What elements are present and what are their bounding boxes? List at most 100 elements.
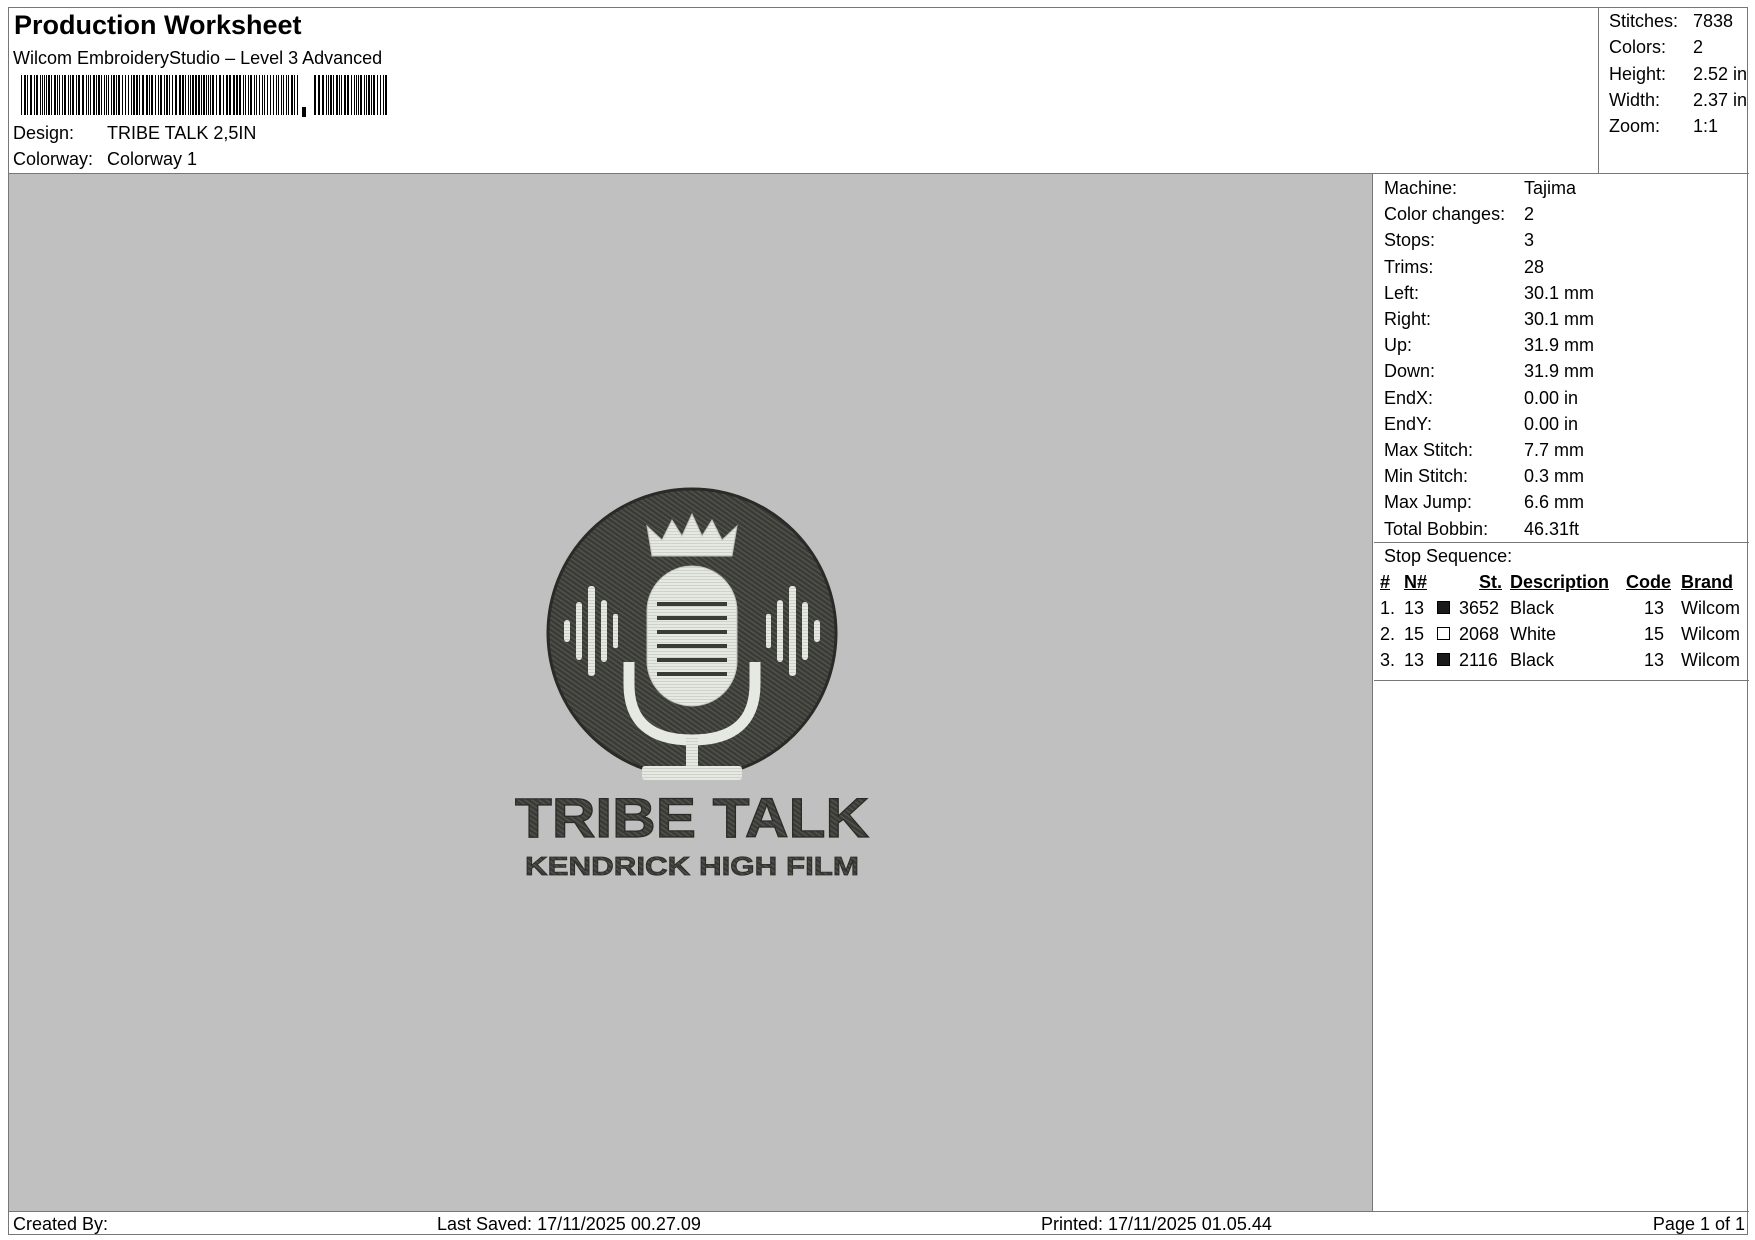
design-label: Design:: [13, 123, 75, 143]
property-value: 0.3 mm: [1524, 466, 1585, 487]
stitches-label: Stitches:: [1609, 11, 1679, 31]
property-row: Up: 31.9 mm: [1384, 335, 1594, 361]
design-subtitle-text: KENDRICK HIGH FILM: [525, 851, 859, 881]
col-description: Description: [1510, 572, 1610, 592]
footer: Created By: Last Saved: 17/11/2025 00.27…: [9, 1211, 1749, 1236]
property-row: Min Stitch: 0.3 mm: [1384, 466, 1584, 492]
property-label: Down:: [1384, 361, 1436, 382]
preview-divider: [1372, 174, 1373, 1211]
property-label: Left:: [1384, 282, 1420, 303]
property-value: 3: [1524, 230, 1535, 251]
stop-description: White: [1510, 624, 1557, 644]
stop-sequence-rule: [1374, 542, 1749, 543]
colors-label: Colors:: [1609, 37, 1667, 57]
production-worksheet: Production Worksheet Wilcom EmbroiderySt…: [8, 7, 1749, 1236]
property-row: Trims: 28: [1384, 257, 1544, 283]
height-label: Height:: [1609, 64, 1667, 84]
colorway-label: Colorway:: [13, 149, 94, 169]
property-row: EndX: 0.00 in: [1384, 388, 1578, 414]
col-brand: Brand: [1681, 572, 1734, 592]
software-name: Wilcom EmbroideryStudio – Level 3 Advanc…: [13, 48, 383, 68]
stop-needle: 13: [1404, 598, 1425, 618]
stop-stitches: 3652: [1459, 598, 1500, 618]
created-by: Created By:: [13, 1214, 109, 1234]
stop-num: 1.: [1380, 598, 1396, 618]
thread-color-swatch: [1437, 601, 1450, 614]
property-row: Color changes: 2: [1384, 204, 1534, 230]
property-value: 6.6 mm: [1524, 492, 1585, 513]
stop-brand: Wilcom: [1681, 624, 1740, 644]
last-saved: Last Saved: 17/11/2025 00.27.09: [437, 1214, 701, 1234]
col-num: #: [1380, 572, 1391, 592]
property-value: 2: [1524, 204, 1535, 225]
property-label: Min Stitch:: [1384, 466, 1469, 487]
thread-color-swatch: [1437, 627, 1450, 640]
property-value: 0.00 in: [1524, 413, 1579, 434]
design-preview: TRIBE TALK KENDRICK HIGH FILM: [9, 174, 1372, 1211]
property-value: 46.31ft: [1524, 518, 1580, 539]
property-row: EndY: 0.00 in: [1384, 414, 1578, 440]
property-label: Up:: [1384, 335, 1413, 356]
property-value: 31.9 mm: [1524, 361, 1595, 382]
property-label: Stops:: [1384, 230, 1436, 251]
property-value: 30.1 mm: [1524, 309, 1595, 329]
stop-code: 13: [1644, 650, 1665, 670]
stop-num: 2.: [1380, 624, 1396, 644]
property-value: Tajima: [1524, 178, 1577, 198]
property-row: Down: 31.9 mm: [1384, 361, 1594, 387]
property-row: Machine: Tajima: [1384, 178, 1576, 204]
design-value: TRIBE TALK 2,5IN: [107, 123, 257, 143]
stop-description: Black: [1510, 650, 1555, 670]
property-value: 30.1 mm: [1524, 282, 1595, 303]
property-row: Max Jump: 6.6 mm: [1384, 492, 1584, 518]
colorway-value: Colorway 1: [107, 149, 198, 169]
property-label: Color changes:: [1384, 204, 1506, 225]
page-title: Production Worksheet: [14, 10, 302, 40]
width-value: 2.37 in: [1693, 90, 1748, 110]
embroidery-design: TRIBE TALK KENDRICK HIGH FILM: [514, 487, 870, 881]
col-stitches: St.: [1479, 572, 1503, 592]
stop-needle: 13: [1404, 650, 1425, 670]
property-row: Total Bobbin: 46.31ft: [1384, 519, 1579, 545]
stop-num: 3.: [1380, 650, 1396, 670]
stop-sequence-label: Stop Sequence:: [1384, 546, 1513, 566]
property-value: 31.9 mm: [1524, 335, 1595, 356]
property-row: Right: 30.1 mm: [1384, 309, 1594, 335]
design-row: Design: TRIBE TALK 2,5IN: [13, 123, 256, 144]
design-summary: Stitches: 7838 Colors: 2 Height: 2.52 in Wi…: [1599, 8, 1749, 172]
property-label: EndY:: [1384, 413, 1433, 434]
stop-description: Black: [1510, 598, 1555, 618]
property-label: Max Jump:: [1384, 492, 1473, 513]
thread-color-swatch: [1437, 653, 1450, 666]
printed-date: Printed: 17/11/2025 01.05.44: [1041, 1214, 1272, 1234]
colors-value: 2: [1693, 37, 1704, 57]
stop-stitches: 2068: [1459, 624, 1500, 644]
zoom-label: Zoom:: [1609, 116, 1661, 136]
barcode: [21, 75, 387, 117]
stop-brand: Wilcom: [1681, 598, 1740, 618]
property-row: Max Stitch: 7.7 mm: [1384, 440, 1584, 466]
page-number: Page 1 of 1: [1652, 1214, 1745, 1234]
height-value: 2.52 in: [1693, 64, 1748, 84]
col-code: Code: [1626, 572, 1671, 592]
stop-stitches: 2116: [1459, 650, 1498, 670]
property-label: Trims:: [1384, 256, 1434, 277]
property-label: Max Stitch:: [1384, 440, 1474, 460]
property-value: 28: [1524, 256, 1545, 277]
stop-code: 15: [1644, 624, 1665, 644]
zoom-value: 1:1: [1693, 116, 1719, 136]
stop-table-bottom-rule: [1374, 680, 1749, 681]
property-label: Total Bobbin:: [1384, 518, 1489, 539]
property-label: Machine:: [1384, 178, 1458, 198]
width-label: Width:: [1609, 90, 1661, 110]
stop-needle: 15: [1404, 624, 1425, 644]
property-value: 0.00 in: [1524, 387, 1579, 408]
property-row: Left: 30.1 mm: [1384, 283, 1594, 309]
property-label: EndX:: [1384, 387, 1434, 408]
colorway-row: Colorway: Colorway 1: [13, 149, 197, 170]
col-needle: N#: [1404, 572, 1428, 592]
property-row: Stops: 3: [1384, 230, 1534, 256]
stop-code: 13: [1644, 598, 1665, 618]
property-value: 7.7 mm: [1524, 440, 1585, 460]
stop-brand: Wilcom: [1681, 650, 1740, 670]
